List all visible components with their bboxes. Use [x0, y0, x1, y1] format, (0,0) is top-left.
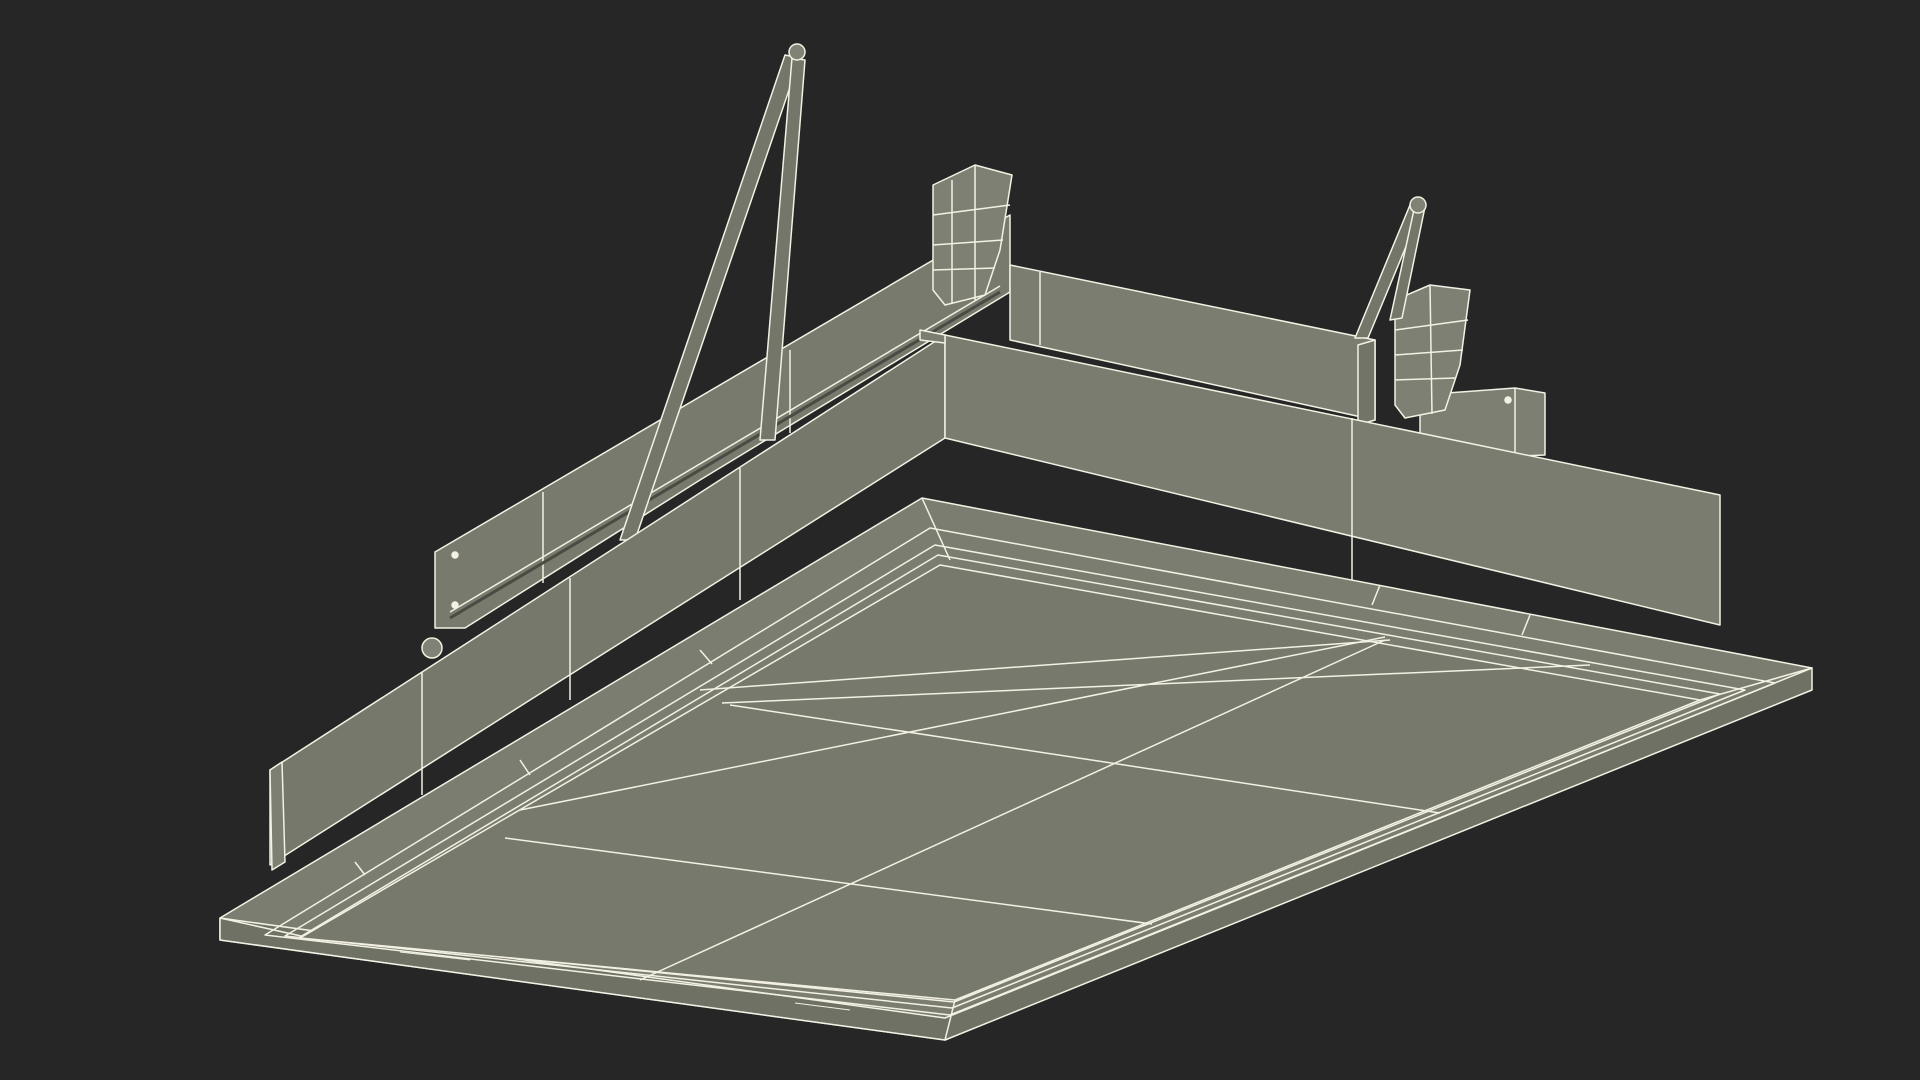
bolt-1	[451, 551, 459, 559]
bolt-3	[1504, 396, 1512, 404]
arm-pivot-right	[1409, 196, 1427, 214]
upper-corner-wall	[1357, 339, 1376, 426]
bolt-2	[451, 601, 459, 609]
render-viewport	[0, 0, 1920, 1080]
hinge-pin-left	[421, 637, 443, 659]
arm-pivot-left	[788, 43, 806, 61]
wireframe-model	[219, 43, 1813, 1041]
frame-left-rim	[269, 761, 286, 871]
